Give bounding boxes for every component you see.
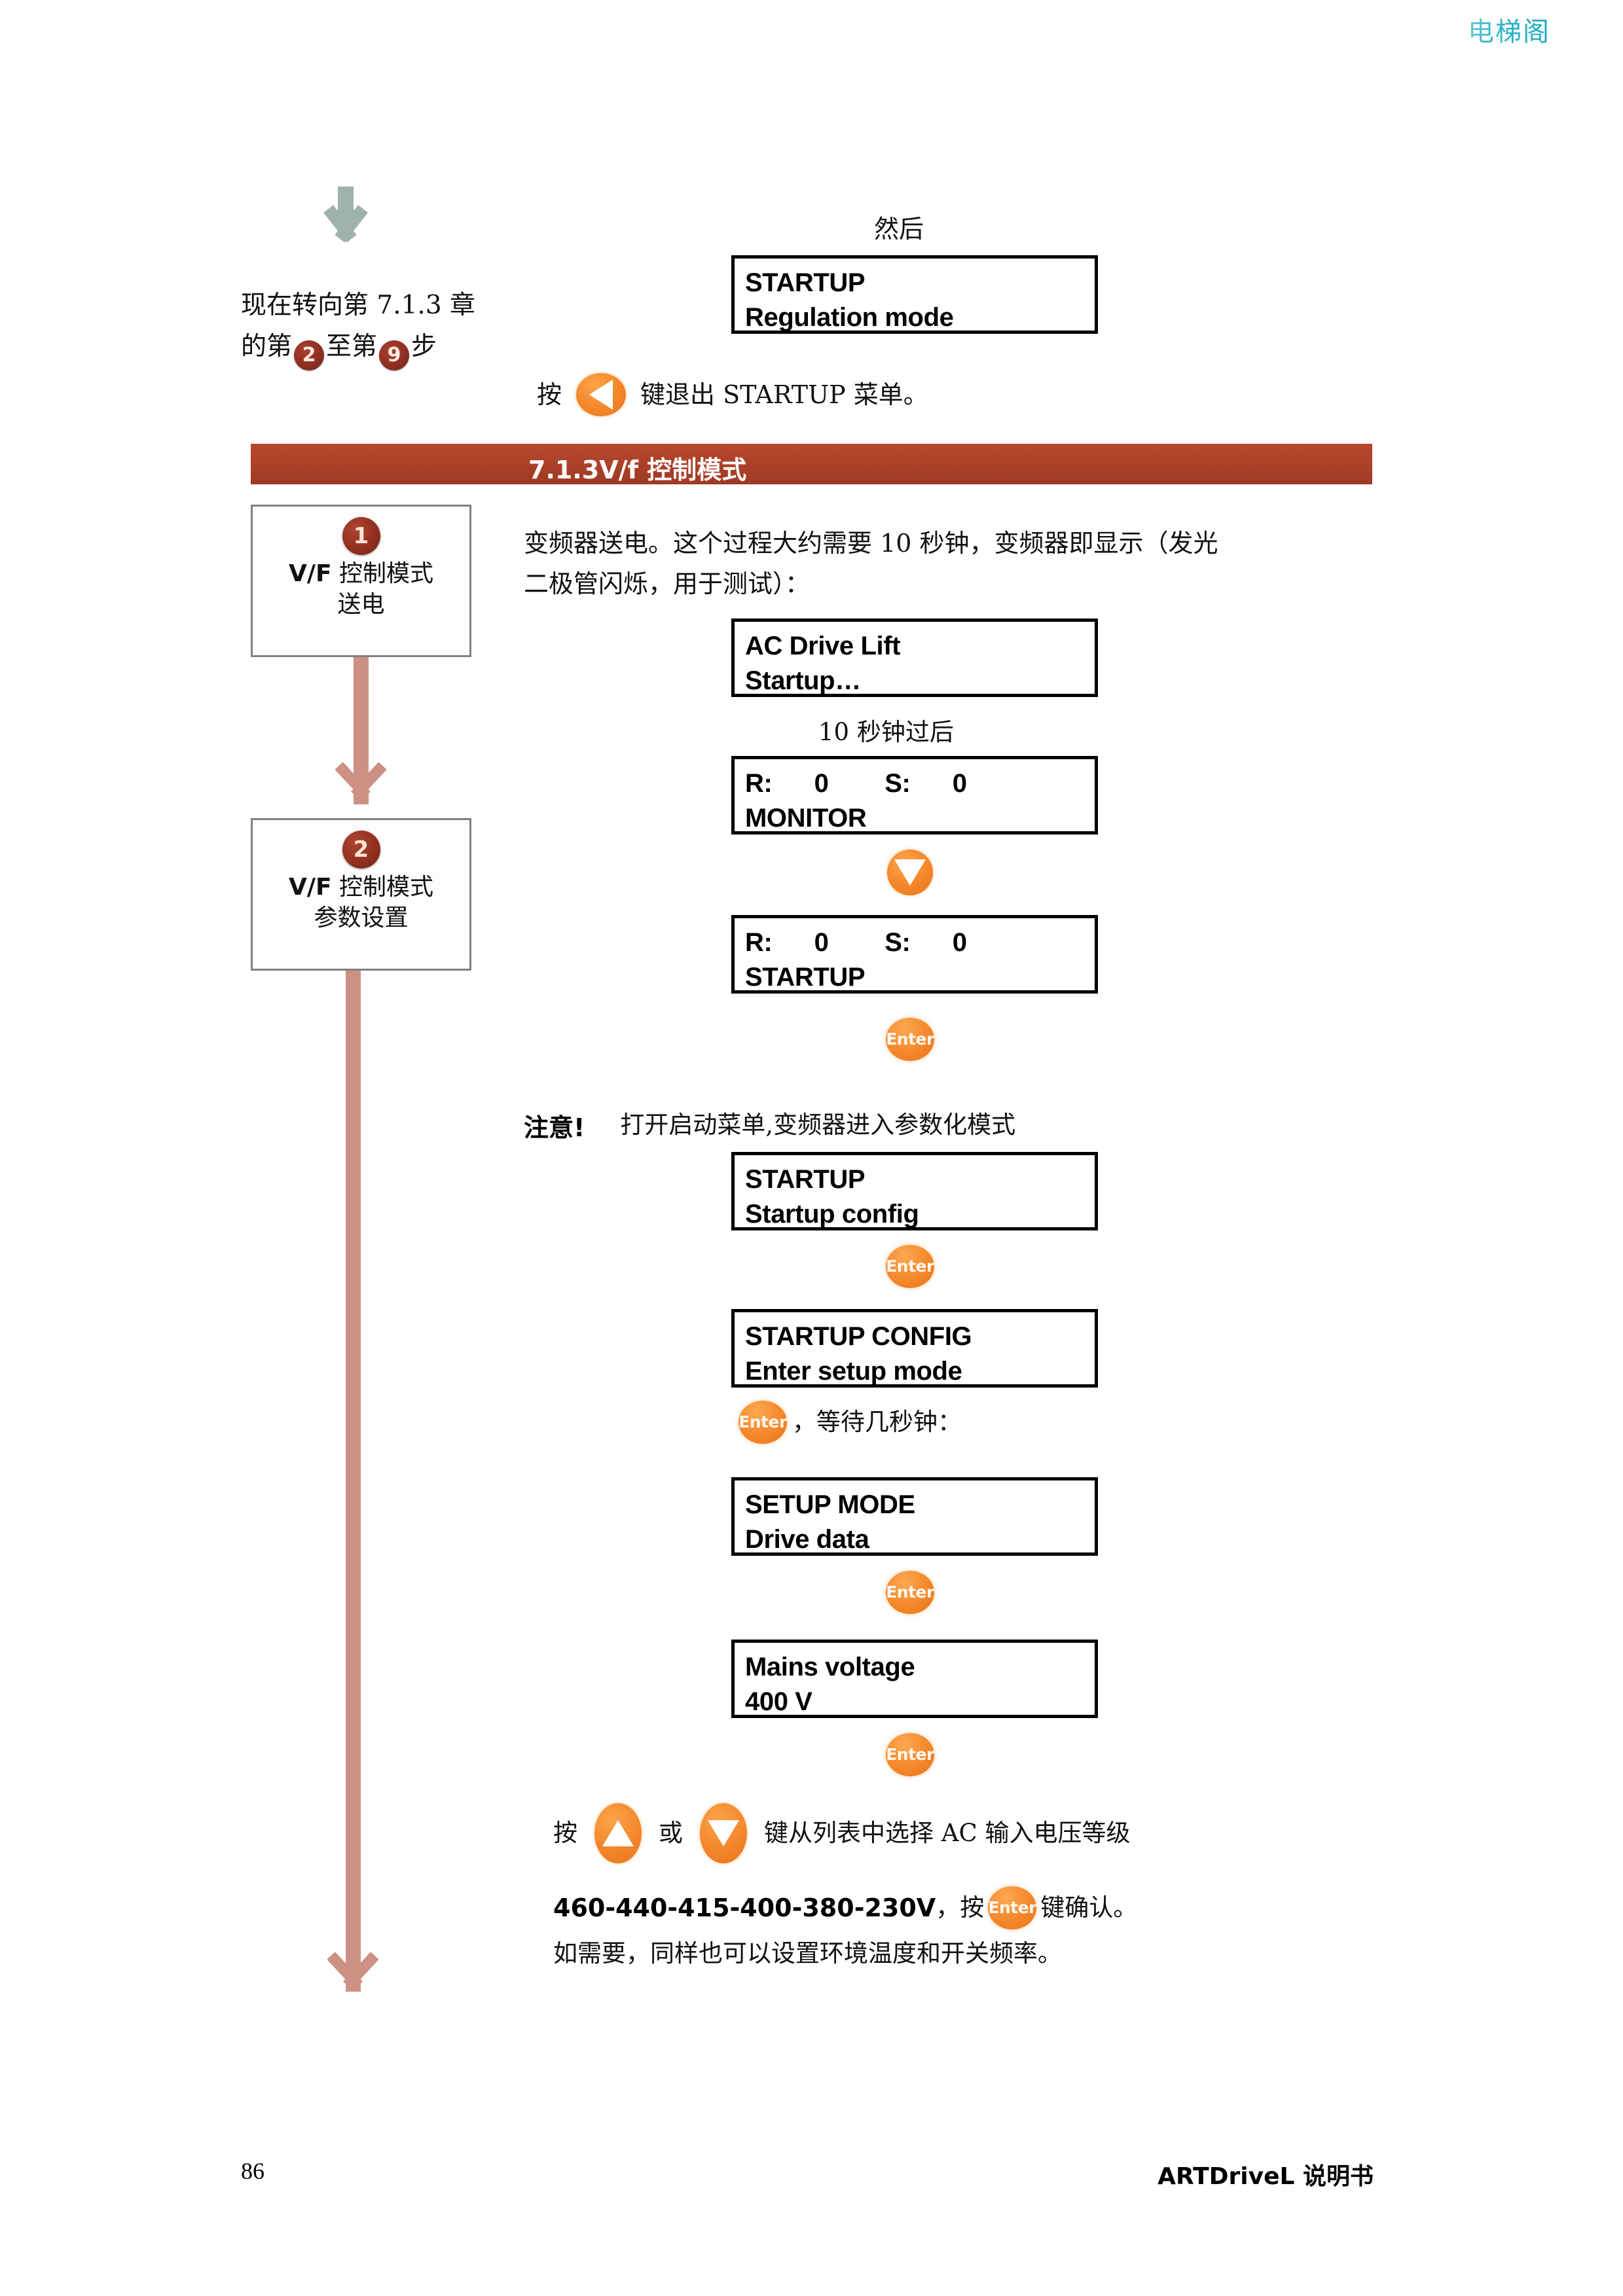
enter-key-icon[interactable]: Enter xyxy=(988,1886,1037,1929)
goto-note-line2-a: 的第 xyxy=(241,332,293,362)
section-title: 7.1.3V/f 控制模式 xyxy=(528,456,747,484)
note-row: 注意! 打开启动菜单,变频器进入参数化模式 xyxy=(524,1106,1015,1144)
section-header-bar: 7.1.3V/f 控制模式 xyxy=(251,444,1372,484)
lcd-line-1: R: 0 S: 0 xyxy=(745,769,967,798)
enter-key-label: Enter xyxy=(886,1245,934,1288)
lcd-line-2: MONITOR xyxy=(745,803,867,833)
enter-key-label: Enter xyxy=(886,1571,934,1614)
flow-connector-1-arrowhead xyxy=(329,762,392,802)
lcd-line-1: STARTUP xyxy=(745,1165,866,1194)
flow-step-1-number: 1 xyxy=(342,517,380,555)
lcd-line-2: Drive data xyxy=(745,1524,869,1554)
confirm-prefix: ，按 xyxy=(936,1893,985,1922)
flow-connector-2 xyxy=(346,971,361,1992)
step-badge-from: 2 xyxy=(294,340,325,371)
flow-step-1: 1 V/F 控制模式 送电 xyxy=(251,505,471,657)
goto-note-line2-b: 至第 xyxy=(326,332,378,362)
then-label: 然后 xyxy=(874,215,924,243)
lcd-line-1: STARTUP xyxy=(745,268,866,297)
enter-key-icon[interactable]: Enter xyxy=(886,1245,934,1288)
lcd-line-1: Mains voltage xyxy=(745,1653,915,1681)
lcd-line-2: STARTUP xyxy=(745,962,866,992)
arrow-left-key-icon[interactable] xyxy=(576,373,627,416)
flow-step-2-number: 2 xyxy=(342,831,380,869)
intro-line-2: 二极管闪烁，用于测试）： xyxy=(524,569,811,598)
goto-section-note: 现在转向第 7.1.3 章 的第 2 至第 9 步 xyxy=(241,285,529,371)
voltage-list-row: 460-440-415-400-380-230V ，按 Enter 键确认。 xyxy=(553,1886,1137,1929)
lcd-line-1: R: 0 S: 0 xyxy=(745,928,967,957)
lcd-line-1: AC Drive Lift xyxy=(745,632,901,660)
wait-note: ，等待几秒钟： xyxy=(792,1407,962,1436)
flow-step-1-line1-bold: V/F xyxy=(288,560,332,587)
lcd-line-2: 400 V xyxy=(745,1687,812,1716)
exit-startup-instruction: 按 键退出 STARTUP 菜单。 xyxy=(537,373,928,416)
page-footer: 86 ARTDriveL 说明书 xyxy=(241,2157,1374,2191)
flow-connector-2-arrowhead xyxy=(321,1952,384,1992)
confirm-suffix: 键确认。 xyxy=(1040,1893,1138,1922)
lcd-startup: R: 0 S: 0 STARTUP xyxy=(731,915,1098,994)
lcd-startup-config-enter-setup: STARTUP CONFIG Enter setup mode xyxy=(731,1309,1098,1388)
goto-note-line2: 的第 2 至第 9 步 xyxy=(241,326,529,371)
exit-prefix: 按 xyxy=(537,380,562,409)
goto-note-line1: 现在转向第 7.1.3 章 xyxy=(241,291,476,320)
flow-step-2: 2 V/F 控制模式 参数设置 xyxy=(251,818,471,971)
lcd-line-2: Regulation mode xyxy=(745,302,954,332)
arrow-up-key-icon[interactable] xyxy=(594,1803,642,1863)
flow-step-2-line1-bold: V/F xyxy=(288,874,332,901)
exit-suffix: 键退出 STARTUP 菜单。 xyxy=(640,380,928,409)
enter-key-icon[interactable]: Enter xyxy=(739,1401,787,1444)
lcd-line-1: SETUP MODE xyxy=(745,1490,915,1519)
enter-key-label: Enter xyxy=(886,1733,934,1776)
flow-step-2-line1: V/F 控制模式 xyxy=(253,872,469,903)
lcd-line-2: Startup… xyxy=(745,666,861,695)
enter-key-label: Enter xyxy=(886,1018,934,1061)
lcd-line-1: STARTUP CONFIG xyxy=(745,1322,972,1351)
enter-key-icon[interactable]: Enter xyxy=(886,1018,934,1061)
note-text: 打开启动菜单,变频器进入参数化模式 xyxy=(620,1111,1016,1139)
step-badge-to: 9 xyxy=(379,340,410,371)
flow-step-2-line1-rest: 控制模式 xyxy=(339,874,434,901)
select-suffix: 键从列表中选择 AC 输入电压等级 xyxy=(764,1818,1131,1847)
lcd-regulation-mode: STARTUP Regulation mode xyxy=(731,255,1098,334)
flow-step-1-line1-rest: 控制模式 xyxy=(339,560,434,587)
intro-paragraph: 变频器送电。这个过程大约需要 10 秒钟，变频器即显示（发光 二极管闪烁，用于测… xyxy=(524,524,1375,604)
note-label: 注意! xyxy=(524,1113,585,1142)
intro-line-1: 变频器送电。这个过程大约需要 10 秒钟，变频器即显示（发光 xyxy=(524,529,1218,558)
arrow-down-key-icon[interactable] xyxy=(887,850,933,899)
lcd-mains-voltage: Mains voltage 400 V xyxy=(731,1640,1098,1718)
enter-key-icon[interactable]: Enter xyxy=(886,1733,934,1776)
flow-step-1-line1: V/F 控制模式 xyxy=(253,559,469,590)
manual-page: 电梯阁 现在转向第 7.1.3 章 的第 2 至第 9 步 然后 STARTUP Reg… xyxy=(0,0,1623,2296)
manual-name: ARTDriveL 说明书 xyxy=(1158,2163,1374,2190)
goto-note-line2-c: 步 xyxy=(411,332,437,362)
select-voltage-instruction: 按 或 键从列表中选择 AC 输入电压等级 xyxy=(553,1803,1131,1863)
lcd-setup-mode: SETUP MODE Drive data xyxy=(731,1477,1098,1556)
select-or: 或 xyxy=(659,1818,683,1847)
optional-settings-line: 如需要，同样也可以设置环境温度和开关频率。 xyxy=(553,1939,1062,1967)
lcd-startup-config: STARTUP Startup config xyxy=(731,1152,1098,1230)
flow-step-2-line2: 参数设置 xyxy=(314,904,409,931)
lcd-monitor: R: 0 S: 0 MONITOR xyxy=(731,756,1098,834)
page-number: 86 xyxy=(241,2158,264,2184)
down-arrow-icon xyxy=(321,187,371,244)
flow-step-1-line2: 送电 xyxy=(337,590,385,618)
enter-wait-row: Enter ，等待几秒钟： xyxy=(739,1401,962,1444)
lcd-line-2: Startup config xyxy=(745,1199,919,1229)
voltage-list: 460-440-415-400-380-230V xyxy=(553,1893,936,1922)
select-prefix: 按 xyxy=(553,1818,577,1847)
watermark: 电梯阁 xyxy=(1468,10,1550,48)
arrow-down-key-icon[interactable] xyxy=(700,1803,747,1863)
lcd-line-2: Enter setup mode xyxy=(745,1356,962,1386)
after-10-seconds-label: 10 秒钟过后 xyxy=(818,718,954,746)
enter-key-icon[interactable]: Enter xyxy=(886,1571,934,1614)
lcd-ac-drive-lift: AC Drive Lift Startup… xyxy=(731,619,1098,697)
